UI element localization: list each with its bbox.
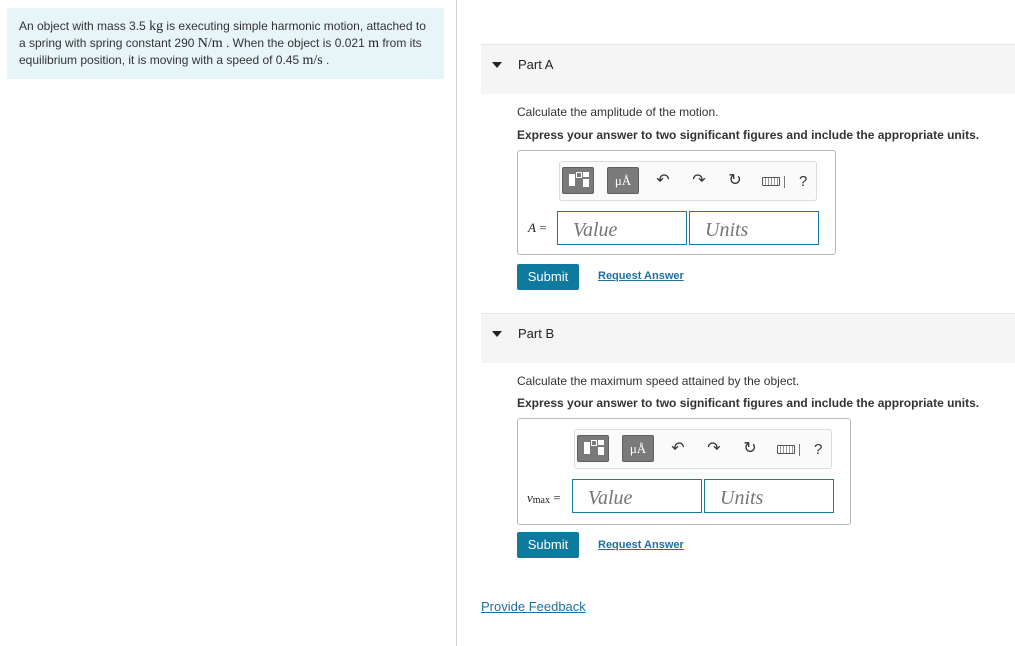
symbols-button[interactable]: μÅ	[607, 167, 639, 194]
part-a-title: Part A	[518, 57, 554, 72]
part-a-answer-box: μÅ ↶ ↷ ↻ ? A =	[517, 150, 836, 255]
part-a-units-input[interactable]	[689, 211, 819, 245]
templates-icon[interactable]	[562, 167, 594, 194]
part-a-toolbar: μÅ ↶ ↷ ↻ ?	[559, 161, 817, 201]
part-a-request-answer-link[interactable]: Request Answer	[598, 270, 684, 282]
part-b-equals: =	[553, 490, 561, 505]
unit-m-per-s: m/s	[302, 53, 323, 68]
part-b-title: Part B	[518, 326, 555, 341]
part-a-submit-button[interactable]: Submit	[517, 264, 579, 290]
help-icon[interactable]: ?	[814, 441, 822, 458]
part-b-question: Calculate the maximum speed attained by …	[517, 374, 800, 388]
symbols-button[interactable]: μÅ	[622, 435, 654, 462]
problem-statement: An object with mass 3.5 kg is executing …	[7, 8, 444, 79]
part-b-variable-sub: max	[532, 495, 550, 506]
keyboard-icon[interactable]	[777, 445, 795, 454]
provide-feedback-link[interactable]: Provide Feedback	[481, 599, 586, 614]
redo-icon[interactable]: ↷	[705, 439, 723, 459]
keyboard-divider	[799, 444, 800, 456]
unit-m: m	[368, 36, 379, 51]
help-icon[interactable]: ?	[799, 173, 807, 190]
part-a-equals: =	[539, 220, 547, 235]
problem-pane: An object with mass 3.5 kg is executing …	[0, 0, 457, 646]
part-b-variable-label: vmax =	[527, 490, 561, 506]
part-a-variable: A	[528, 220, 536, 235]
part-b-header[interactable]: Part B	[481, 313, 1015, 363]
problem-text-1: An object with mass 3.5	[19, 19, 150, 33]
part-a-header[interactable]: Part A	[481, 44, 1015, 94]
unit-kg: kg	[149, 19, 164, 34]
part-b-request-answer-link[interactable]: Request Answer	[598, 539, 684, 551]
reset-icon[interactable]: ↻	[741, 439, 759, 459]
part-a-value-input[interactable]	[557, 211, 687, 245]
caret-down-icon[interactable]	[492, 331, 502, 337]
part-b-value-input[interactable]	[572, 479, 702, 513]
undo-icon[interactable]: ↶	[654, 171, 672, 191]
undo-icon[interactable]: ↶	[669, 439, 687, 459]
templates-icon[interactable]	[577, 435, 609, 462]
part-b-units-input[interactable]	[704, 479, 834, 513]
part-b-answer-box: μÅ ↶ ↷ ↻ ? vmax =	[517, 418, 851, 525]
part-a-instruction: Express your answer to two significant f…	[517, 128, 980, 142]
keyboard-divider	[784, 176, 785, 188]
unit-n-per-m: N/m	[197, 36, 223, 51]
reset-icon[interactable]: ↻	[726, 171, 744, 191]
part-a-variable-label: A =	[528, 220, 547, 236]
part-b-toolbar: μÅ ↶ ↷ ↻ ?	[574, 429, 832, 469]
keyboard-icon[interactable]	[762, 177, 780, 186]
part-b-submit-button[interactable]: Submit	[517, 532, 579, 558]
part-b-instruction: Express your answer to two significant f…	[517, 396, 980, 410]
caret-down-icon[interactable]	[492, 62, 502, 68]
redo-icon[interactable]: ↷	[690, 171, 708, 191]
problem-text-5: .	[322, 53, 330, 67]
problem-text-3: . When the object is 0.021	[222, 36, 369, 50]
part-a-question: Calculate the amplitude of the motion.	[517, 105, 719, 119]
